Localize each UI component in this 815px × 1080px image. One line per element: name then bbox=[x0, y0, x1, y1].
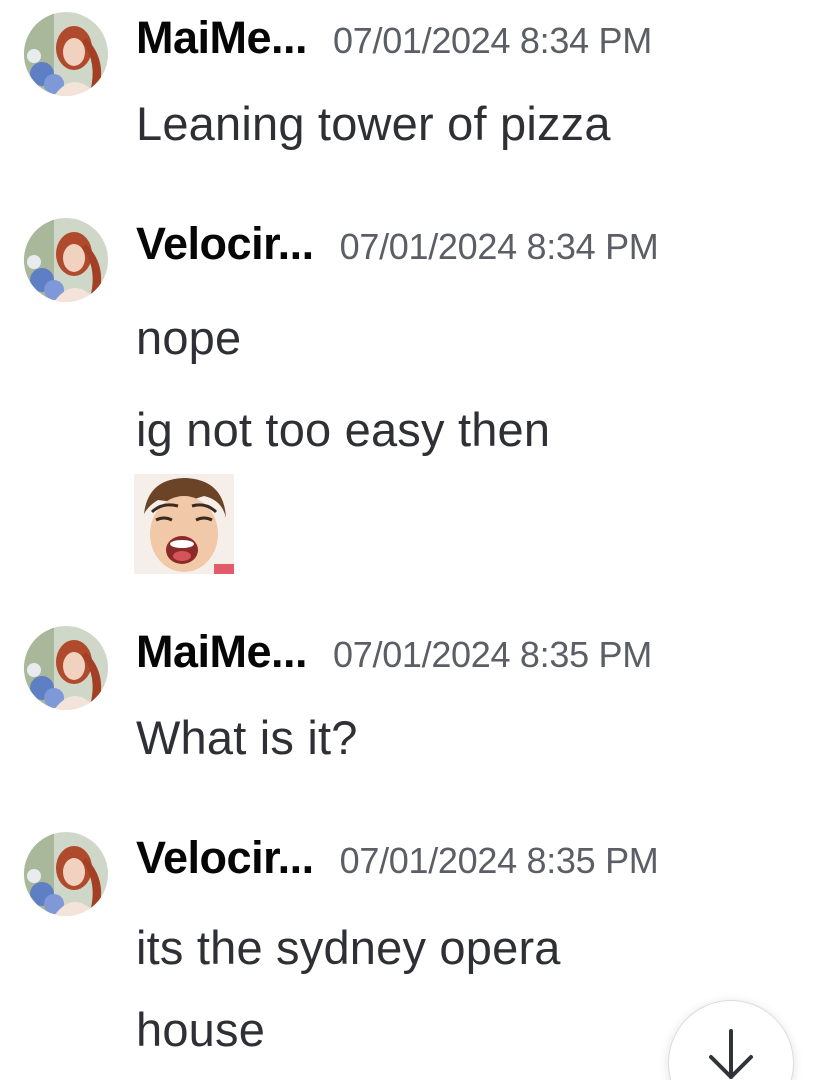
timestamp: 07/01/2024 8:35 PM bbox=[333, 634, 652, 675]
timestamp: 07/01/2024 8:34 PM bbox=[333, 20, 652, 61]
timestamp: 07/01/2024 8:34 PM bbox=[339, 226, 659, 267]
message-text: its the sydney opera bbox=[136, 921, 561, 974]
arrow-down-icon bbox=[709, 1029, 753, 1079]
username[interactable]: Velocir... bbox=[136, 832, 314, 884]
screaming-face-emoji[interactable] bbox=[134, 474, 234, 574]
user-avatar[interactable] bbox=[24, 832, 108, 916]
user-avatar[interactable] bbox=[24, 218, 108, 302]
message-text: nope bbox=[136, 311, 242, 364]
username[interactable]: Velocir... bbox=[136, 218, 314, 270]
username[interactable]: MaiMe... bbox=[136, 626, 308, 678]
user-avatar[interactable] bbox=[24, 12, 108, 96]
message-text: What is it? bbox=[136, 711, 358, 764]
timestamp: 07/01/2024 8:35 PM bbox=[339, 840, 659, 881]
message-header: Velocir... 07/01/2024 8:35 PM bbox=[136, 832, 659, 888]
user-avatar[interactable] bbox=[24, 626, 108, 710]
message-text: Leaning tower of pizza bbox=[136, 97, 611, 150]
chat-message-list[interactable]: MaiMe... 07/01/2024 8:34 PM Leaning towe… bbox=[0, 0, 815, 1080]
message-text: ig not too easy then bbox=[136, 403, 551, 456]
message-text: house bbox=[136, 1003, 266, 1056]
message-header: Velocir... 07/01/2024 8:34 PM bbox=[136, 218, 659, 274]
message-header: MaiMe... 07/01/2024 8:34 PM bbox=[136, 12, 652, 68]
message-header: MaiMe... 07/01/2024 8:35 PM bbox=[136, 626, 652, 682]
username[interactable]: MaiMe... bbox=[136, 12, 308, 64]
